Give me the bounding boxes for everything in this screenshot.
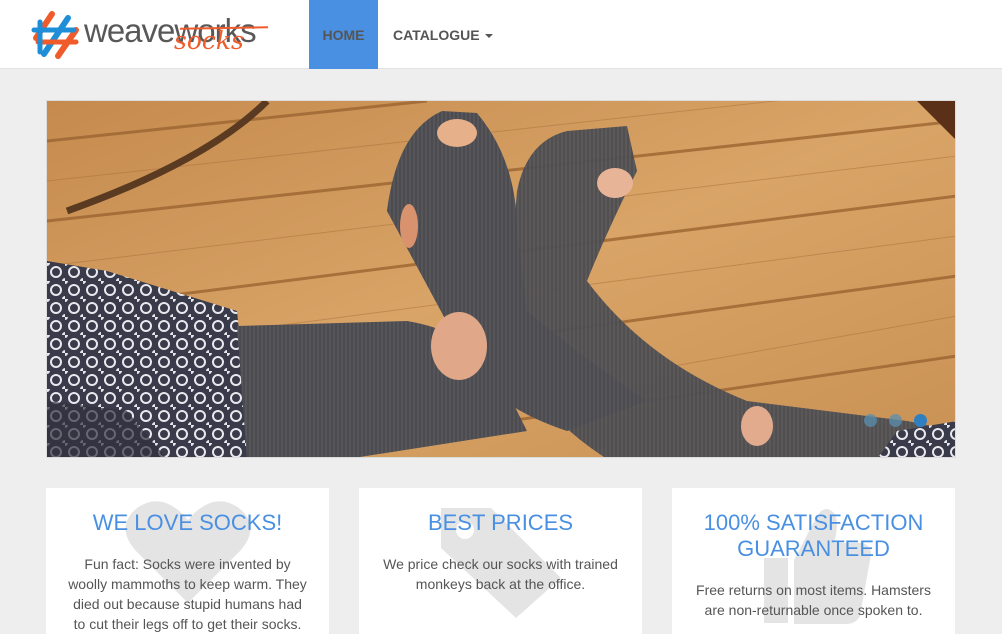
carousel-dot-active[interactable] <box>914 414 927 427</box>
feature-text: We price check our socks with trained mo… <box>383 556 618 592</box>
weaveworks-socks-logo[interactable]: weaveworks socks <box>30 8 280 62</box>
carousel-slide-image <box>47 101 955 457</box>
logo-sub: socks <box>174 26 244 55</box>
feature-title: WE LOVE SOCKS! <box>92 510 283 535</box>
feature-box-love-socks: WE LOVE SOCKS! Fun fact: Socks were inve… <box>46 488 329 634</box>
carousel-dot[interactable] <box>889 414 902 427</box>
feature-box-satisfaction: 100% SATISFACTION GUARANTEED Free return… <box>672 488 955 634</box>
feature-box-best-prices: BEST PRICES We price check our socks wit… <box>359 488 642 634</box>
carousel-indicators <box>864 414 927 427</box>
nav-home-label: HOME <box>322 26 365 43</box>
feature-title: 100% SATISFACTION GUARANTEED <box>703 510 924 561</box>
navbar: weaveworks socks HOME CATALOGUE <box>0 0 1002 69</box>
nav-catalogue-dropdown[interactable]: CATALOGUE <box>393 0 493 69</box>
nav-catalogue-label: CATALOGUE <box>393 26 480 43</box>
hero-carousel[interactable] <box>46 100 956 458</box>
feature-title: BEST PRICES <box>427 510 574 535</box>
chevron-down-icon <box>484 33 493 38</box>
feature-text: Fun fact: Socks were invented by woolly … <box>68 556 307 632</box>
carousel-dot[interactable] <box>864 414 877 427</box>
nav-home-link[interactable]: HOME <box>309 0 378 69</box>
feature-text: Free returns on most items. Hamsters are… <box>696 582 931 618</box>
weaveworks-logo-mark-icon <box>31 11 79 59</box>
